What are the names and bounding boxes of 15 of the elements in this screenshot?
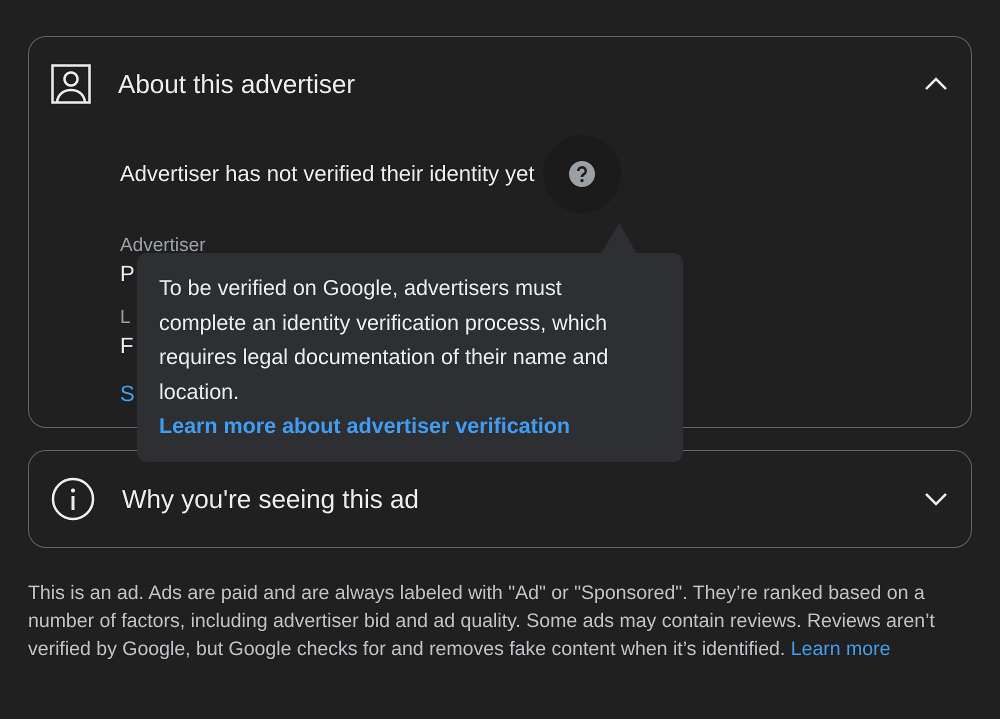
verification-link[interactable]: Learn more about advertiser verification	[159, 414, 570, 438]
help-icon[interactable]	[568, 161, 595, 187]
status-text: Advertiser has not verified their identity yet	[120, 161, 535, 187]
field-label: Advertiser	[120, 235, 206, 257]
person-icon	[51, 64, 91, 104]
field-value: P	[120, 261, 135, 287]
section-title: Why you're seeing this ad	[122, 484, 420, 514]
field-value: F	[120, 333, 134, 359]
section-title: About this advertiser	[118, 68, 356, 100]
tooltip-text: To be verified on Google, advertisers must complete an identity verification process, which requires legal documentation of their name and location. Learn more about advertiser verification	[159, 276, 608, 438]
info-icon	[51, 477, 95, 521]
disclaimer-text: This is an ad. Ads are paid and are always labeled with "Ad" or "Sponsored". They’re ranked based on a number of factors, including advertiser bid and ad quality. Some ads may contain reviews. Reviews aren’t verified by Google, but Google checks for and removes fake content when it’s identified. Learn more	[28, 581, 936, 662]
link[interactable]: S	[120, 381, 135, 407]
learn-more-link[interactable]: Learn more	[790, 638, 890, 660]
field-label: L	[120, 307, 131, 329]
